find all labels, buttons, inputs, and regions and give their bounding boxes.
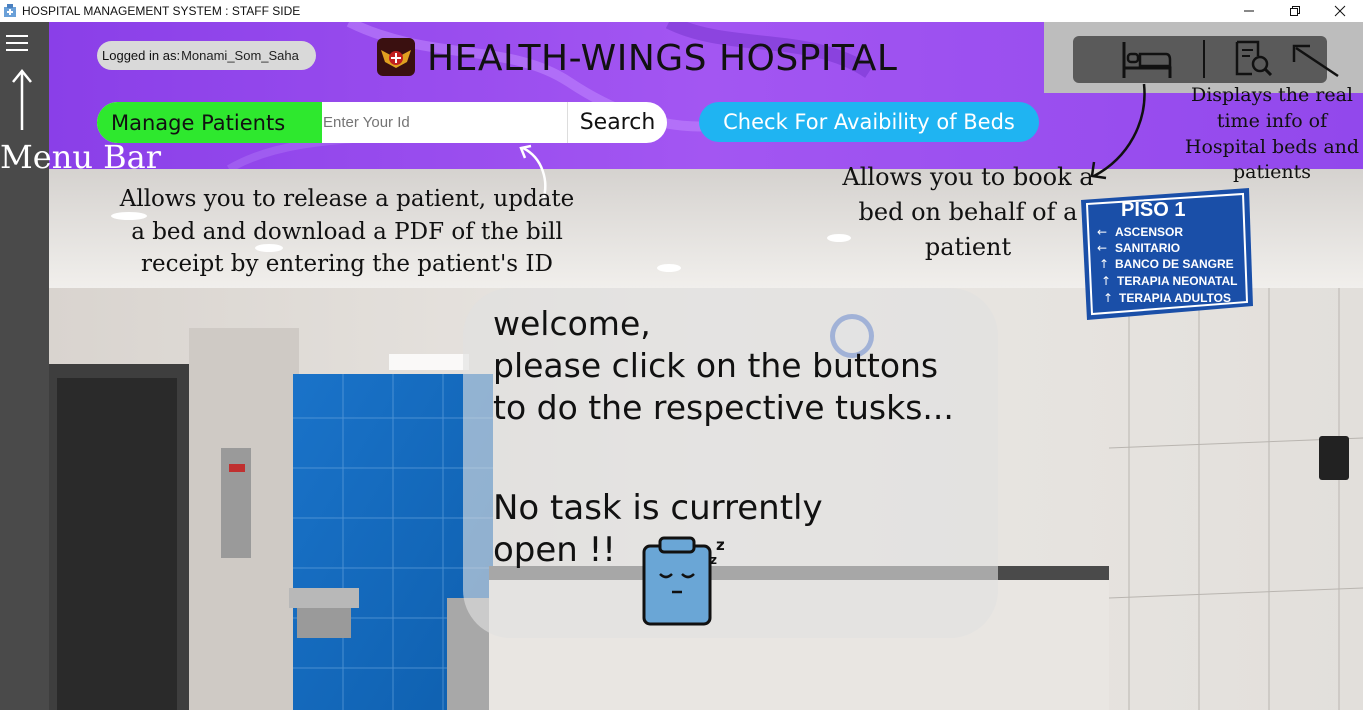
check-beds-button[interactable]: Check For Avaibility of Beds	[699, 102, 1039, 142]
maximize-button[interactable]	[1272, 0, 1318, 22]
svg-text:z: z	[716, 536, 725, 554]
hospital-logo-icon	[377, 38, 415, 76]
close-button[interactable]	[1317, 0, 1363, 22]
sign-item: SANITARIO	[1115, 241, 1180, 255]
svg-text:↑: ↑	[1101, 274, 1111, 288]
document-search-icon[interactable]	[1234, 40, 1274, 76]
manage-annotation: Allows you to release a patient, update …	[119, 186, 575, 278]
sign-title: PISO 1	[1121, 199, 1185, 221]
welcome-message: welcome, please click on the buttons to …	[493, 304, 954, 427]
hamburger-menu-icon[interactable]	[6, 35, 28, 51]
window-title: HOSPITAL MANAGEMENT SYSTEM : STAFF SIDE	[22, 4, 301, 18]
svg-text:z: z	[710, 553, 717, 567]
realtime-annotation: Displays the real time info of Hospital …	[1184, 84, 1360, 184]
svg-text:↑: ↑	[1103, 291, 1113, 305]
minimize-button[interactable]	[1226, 0, 1272, 22]
restore-icon	[1290, 6, 1300, 16]
logged-in-badge: Logged in as: Monami_Som_Saha	[97, 41, 316, 70]
sleeping-clipboard-icon: z z	[642, 536, 725, 626]
logged-in-user: Monami_Som_Saha	[181, 48, 299, 63]
menu-annotation-arrow	[12, 69, 32, 130]
realtime-info-toolbar	[1073, 36, 1327, 83]
sign-item: ASCENSOR	[1115, 225, 1183, 239]
minimize-icon	[1244, 10, 1254, 12]
sign-item: TERAPIA NEONATAL	[1117, 274, 1237, 288]
search-button[interactable]: Search	[567, 102, 667, 143]
hospital-app-icon	[4, 4, 16, 17]
book-annotation: Allows you to book a bed on behalf of a …	[842, 163, 1094, 261]
patient-search-bar: Manage Patients Search	[97, 102, 667, 143]
realtime-annotation-arrow	[1292, 44, 1339, 78]
sign-item: TERAPIA ADULTOS	[1119, 291, 1231, 305]
bed-icon[interactable]	[1120, 40, 1174, 80]
close-icon	[1334, 5, 1346, 17]
sign-item: BANCO DE SANGRE	[1115, 257, 1234, 271]
menu-bar-annotation: Menu Bar	[0, 138, 161, 176]
hospital-title: HEALTH-WINGS HOSPITAL	[427, 38, 898, 79]
toolbar-divider	[1203, 40, 1205, 78]
patient-id-input[interactable]	[323, 108, 563, 137]
manage-patients-button[interactable]: Manage Patients	[97, 102, 322, 143]
logged-in-label: Logged in as:	[102, 48, 181, 63]
window-titlebar: HOSPITAL MANAGEMENT SYSTEM : STAFF SIDE	[0, 0, 1363, 22]
